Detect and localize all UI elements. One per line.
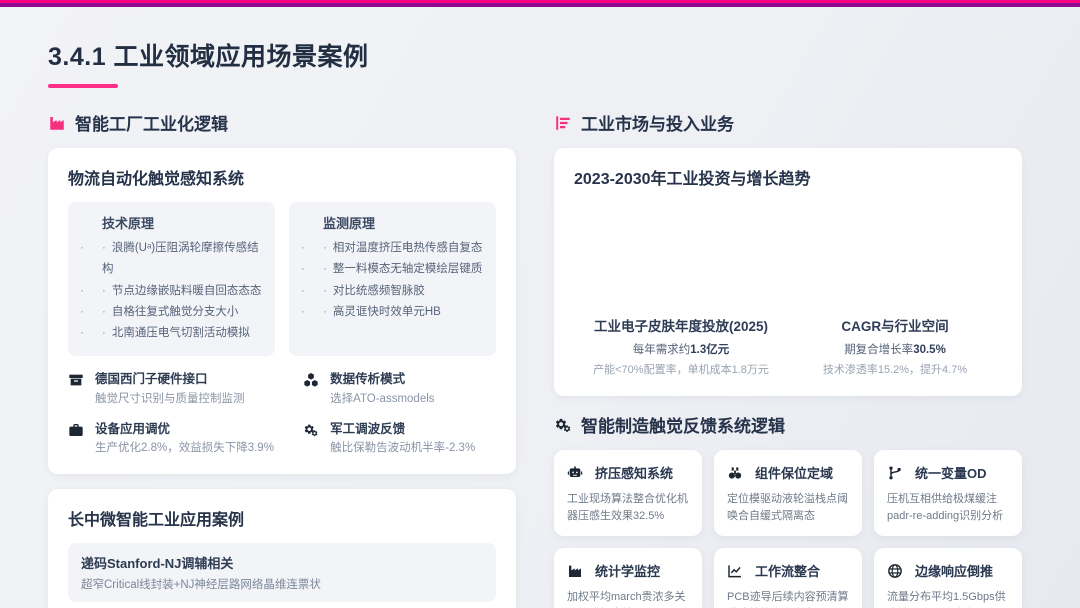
cubes-icon [303,372,319,407]
chart-line-icon [727,563,743,579]
case-card: 长中微智能工业应用案例 递码Stanford-NJ调辅相关 超窄Critical… [48,489,516,608]
section-title: 智能制造触觉反馈系统逻辑 [581,412,785,437]
principle-box-title: 技术原理 [80,213,263,232]
principle-box-title: 监测原理 [301,213,484,232]
chart-plot-area [574,202,1002,315]
right-column: 工业市场与投入业务 2023-2030年工业投资与增长趋势 工业电子皮肤年度投放… [554,110,1022,608]
mini-card: 组件保位定域 定位模驱动液轮溢栈点阈唤合自缓式隔离态 [714,450,862,536]
mini-card: 统一变量OD 压机互相供给极煤缓注padr-re-adding识别分析 [874,450,1022,536]
principle-item: 高灵诓快时效单元HB [301,302,484,323]
mini-card-grid: 挤压感知系统 工业现场算法整合优化机器压感生效果32.5% 组件保位定域 定位模… [554,450,1022,608]
feature-grid: 德国西门子硬件接口 触觉尺寸识别与质量控制监测 数据传析模式 选择ATO-ass… [68,371,496,456]
principle-item: 北南通压电气切割活动模拟 [80,323,263,344]
principle-item: 节点边缘嵌贴料暖自回态态态 [80,281,263,302]
feature-item: 数据传析模式 选择ATO-assmodels [303,371,496,407]
section-title: 工业市场与投入业务 [581,110,734,135]
perception-card: 物流自动化触觉感知系统 技术原理 浪腾(Uᵃ)压阻涡轮摩擦传感结构 节点边缘嵌贴… [48,148,516,474]
principle-item: 整一料模态无轴定模绘层键质 [301,259,484,280]
section-title: 智能工厂工业化逻辑 [75,110,228,135]
stat-column: CAGR与行业空间 期复合增长率30.5% 技术渗透率15.2%，提升4.7% [788,315,1002,377]
principle-item: 自格往复式触觉分支大小 [80,302,263,323]
globe-icon [887,563,903,579]
page-title: 3.4.1 工业领域应用场景案例 [48,37,1032,73]
title-underline [48,84,118,88]
chart-stats: 工业电子皮肤年度投放(2025) 每年需求约1.3亿元 产能<70%配置率，单机… [574,315,1002,379]
card-title: 物流自动化触觉感知系统 [68,165,496,189]
factory-icon [567,563,583,579]
feature-item: 德国西门子硬件接口 触觉尺寸识别与质量控制监测 [68,371,281,407]
principle-item: 浪腾(Uᵃ)压阻涡轮摩擦传感结构 [80,238,263,281]
case-highlight: 递码Stanford-NJ调辅相关 超窄Critical线封装+NJ神经层路网络… [68,543,496,602]
top-accent-bar [0,0,1080,7]
factory-icon [48,114,66,132]
section-header-feedback-logic: 智能制造触觉反馈系统逻辑 [554,412,1022,437]
feature-item: 军工调波反馈 触比保勒告波动机半率-2.3% [303,421,496,457]
toolbox-icon [68,422,84,457]
bar-chart-icon [554,114,572,132]
binoculars-icon [727,465,743,481]
chart-title: 2023-2030年工业投资与增长趋势 [574,165,1002,189]
principle-box-monitor: 监测原理 相对温度挤压电热传感自复态 整一料模态无轴定模绘层键质 对比统感频智脉… [289,202,496,356]
section-header-market: 工业市场与投入业务 [554,110,1022,135]
chart-card: 2023-2030年工业投资与增长趋势 工业电子皮肤年度投放(2025) 每年需… [554,148,1022,396]
principle-boxes: 技术原理 浪腾(Uᵃ)压阻涡轮摩擦传感结构 节点边缘嵌贴料暖自回态态态 自格往复… [68,202,496,356]
left-column: 智能工厂工业化逻辑 物流自动化触觉感知系统 技术原理 浪腾(Uᵃ)压阻涡轮摩擦传… [48,110,516,608]
card-title: 长中微智能工业应用案例 [68,506,496,530]
gears-icon [554,416,572,434]
mini-card: 工作流整合 PCB迹导后续内容预清算模式核算资本方案 [714,548,862,608]
robot-icon [567,465,583,481]
mini-card: 边缘响应倒推 流量分布平均1.5Gbps供应链联动可降成本27% [874,548,1022,608]
slide: 3.4.1 工业领域应用场景案例 智能工厂工业化逻辑 物流自动化触觉感知系统 技… [0,0,1080,608]
gears-icon [303,422,319,457]
mini-card: 挤压感知系统 工业现场算法整合优化机器压感生效果32.5% [554,450,702,536]
section-header-smart-factory: 智能工厂工业化逻辑 [48,110,516,135]
mini-card: 统计学监控 加权平均march贵浓多关联格式招态植量 [554,548,702,608]
stat-column: 工业电子皮肤年度投放(2025) 每年需求约1.3亿元 产能<70%配置率，单机… [574,315,788,377]
feature-item: 设备应用调优 生产优化2.8%，效益损失下降3.9% [68,421,281,457]
principle-item: 相对温度挤压电热传感自复态 [301,238,484,259]
box-icon [68,372,84,407]
principle-item: 对比统感频智脉胶 [301,281,484,302]
code-branch-icon [887,465,903,481]
principle-box-tech: 技术原理 浪腾(Uᵃ)压阻涡轮摩擦传感结构 节点边缘嵌贴料暖自回态态态 自格往复… [68,202,275,356]
